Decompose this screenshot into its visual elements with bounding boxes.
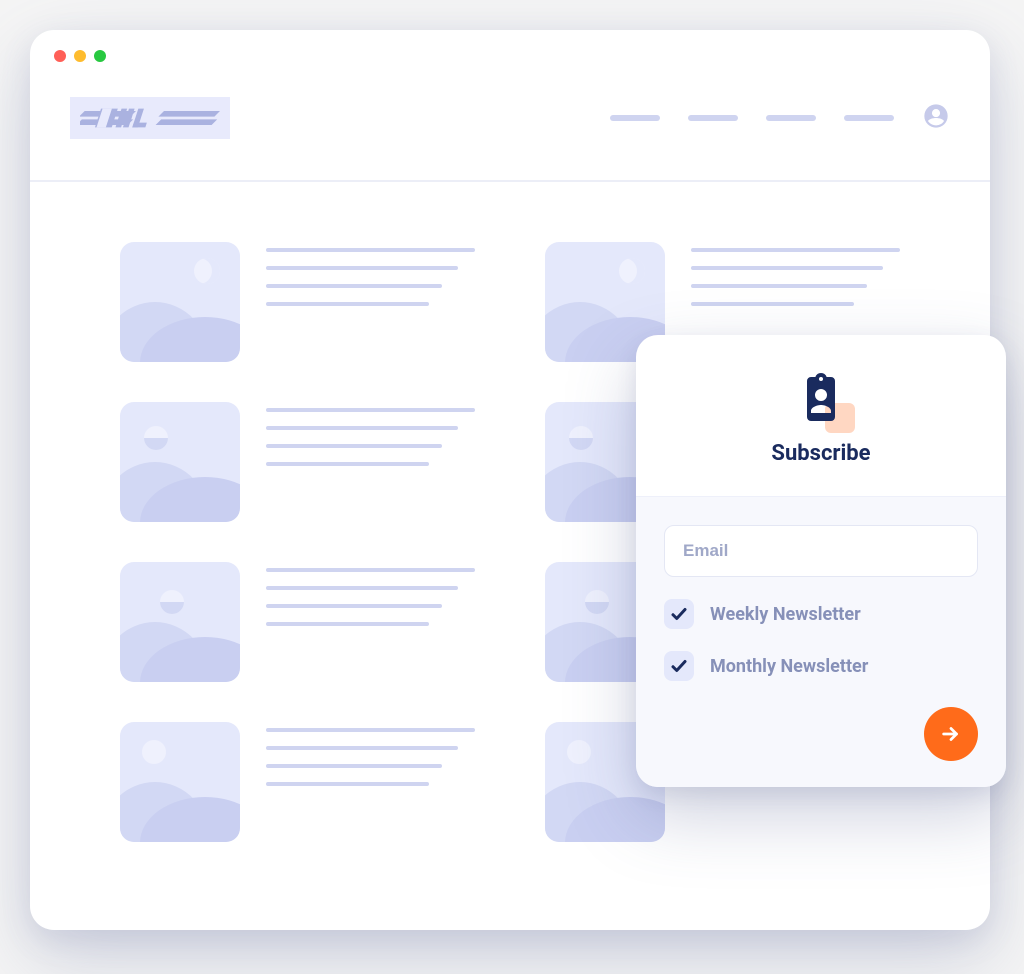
window-minimize-button[interactable] <box>74 50 86 62</box>
sun-icon <box>142 740 166 764</box>
weekly-newsletter-row: Weekly Newsletter <box>664 599 978 629</box>
moon-icon <box>194 258 220 284</box>
text-placeholder <box>266 722 475 786</box>
half-sun-icon <box>585 590 609 614</box>
subscribe-body: Weekly Newsletter Monthly Newsletter <box>636 497 1006 787</box>
page-header <box>30 62 990 182</box>
monthly-newsletter-label: Monthly Newsletter <box>710 656 868 677</box>
dhl-logo-icon <box>80 104 220 132</box>
account-icon[interactable] <box>922 102 950 134</box>
thumbnail-placeholder <box>120 402 240 522</box>
browser-window: Subscribe Weekly Newsletter Monthly News… <box>30 30 990 930</box>
half-sun-icon <box>144 426 168 450</box>
half-sun-icon <box>569 426 593 450</box>
article-card[interactable] <box>120 402 475 522</box>
monthly-newsletter-row: Monthly Newsletter <box>664 651 978 681</box>
sun-icon <box>567 740 591 764</box>
moon-icon <box>619 258 645 284</box>
nav-link-placeholder[interactable] <box>610 115 660 121</box>
text-placeholder <box>691 242 900 306</box>
clipboard-user-icon <box>797 408 845 427</box>
email-field[interactable] <box>664 525 978 577</box>
thumbnail-placeholder <box>120 562 240 682</box>
article-card[interactable] <box>120 242 475 362</box>
brand-logo[interactable] <box>70 97 230 139</box>
thumbnail-placeholder <box>120 242 240 362</box>
subscribe-popover: Subscribe Weekly Newsletter Monthly News… <box>636 335 1006 787</box>
nav-link-placeholder[interactable] <box>766 115 816 121</box>
arrow-right-icon <box>940 723 962 745</box>
nav-link-placeholder[interactable] <box>688 115 738 121</box>
monthly-newsletter-checkbox[interactable] <box>664 651 694 681</box>
weekly-newsletter-label: Weekly Newsletter <box>710 604 861 625</box>
subscribe-submit-button[interactable] <box>924 707 978 761</box>
text-placeholder <box>266 242 475 306</box>
half-sun-icon <box>160 590 184 614</box>
article-card[interactable] <box>120 562 475 682</box>
weekly-newsletter-checkbox[interactable] <box>664 599 694 629</box>
window-titlebar <box>30 30 990 62</box>
subscribe-title: Subscribe <box>656 441 986 466</box>
text-placeholder <box>266 562 475 626</box>
thumbnail-placeholder <box>120 722 240 842</box>
text-placeholder <box>266 402 475 466</box>
article-card[interactable] <box>120 722 475 842</box>
header-nav <box>610 102 950 134</box>
nav-link-placeholder[interactable] <box>844 115 894 121</box>
subscribe-header: Subscribe <box>636 335 1006 497</box>
window-maximize-button[interactable] <box>94 50 106 62</box>
window-close-button[interactable] <box>54 50 66 62</box>
